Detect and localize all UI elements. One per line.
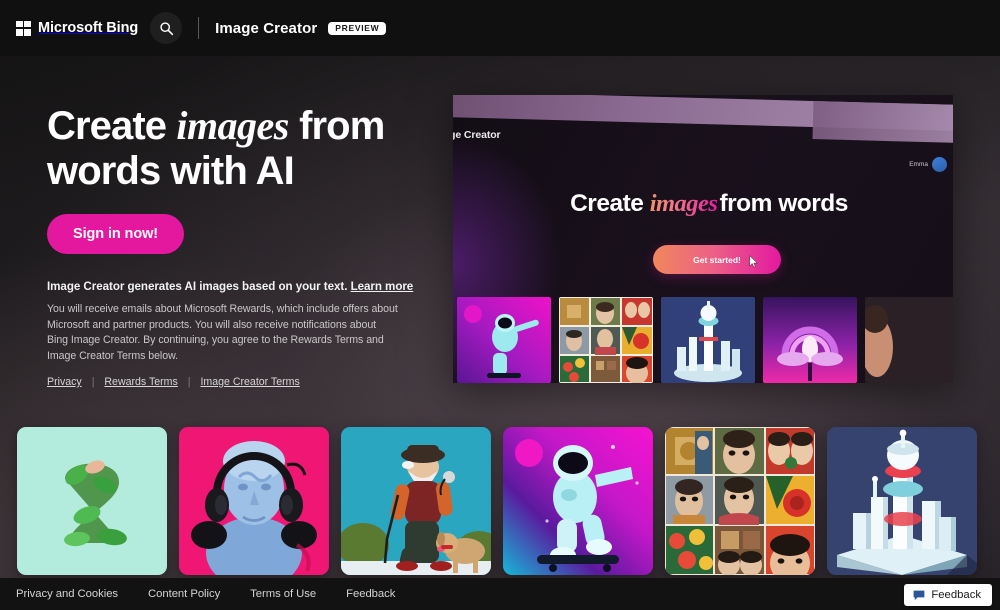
feedback-button-label: Feedback	[931, 589, 981, 601]
gallery-card-david-bust-headphones[interactable]	[179, 427, 329, 575]
legal-links: Privacy | Rewards Terms | Image Creator …	[47, 376, 437, 388]
mockup-thumb-astronaut	[457, 297, 551, 383]
hero-product-mockup: ge Creator Emma Create imagesfrom words …	[453, 95, 953, 383]
hero-heading-italic: images	[176, 103, 289, 148]
footer-link-terms-of-use[interactable]: Terms of Use	[250, 588, 316, 600]
gallery-card-isometric-city[interactable]	[827, 427, 977, 575]
learn-more-link[interactable]: Learn more	[351, 280, 414, 293]
gallery-strip	[17, 427, 983, 575]
mockup-heading-b: from words	[719, 190, 848, 217]
mockup-heading-a: Create	[570, 190, 650, 217]
disclaimer-body: You will receive emails about Microsoft …	[47, 303, 398, 362]
mockup-user-chip: Emma	[909, 157, 947, 172]
link-separator: |	[91, 376, 95, 388]
sign-in-button[interactable]: Sign in now!	[47, 214, 184, 254]
gallery-card-portrait-art-grid[interactable]	[665, 427, 815, 575]
hero-heading-line2: words with AI	[47, 149, 295, 193]
page-title: Image Creator	[215, 19, 318, 37]
mockup-get-started-button: Get started!	[653, 245, 781, 274]
hero-heading-part1: Create	[47, 104, 177, 148]
mockup-thumb-portrait-grid	[559, 297, 653, 383]
mockup-heading: Create imagesfrom words	[509, 190, 909, 218]
mockup-thumb-rainbow	[763, 297, 857, 383]
image-creator-terms-link[interactable]: Image Creator Terms	[200, 376, 299, 388]
footer: Privacy and Cookies Content Policy Terms…	[0, 578, 1000, 610]
mockup-app-title: ge Creator	[453, 129, 501, 141]
preview-badge: PREVIEW	[328, 21, 387, 35]
disclaimer-title: Image Creator generates AI images based …	[47, 280, 437, 293]
mouse-cursor-icon	[749, 255, 758, 268]
top-header: Microsoft Bing Image Creator PREVIEW	[0, 0, 1000, 56]
gallery-card-old-man-walking-dog[interactable]	[341, 427, 491, 575]
gallery-card-astronaut-skateboard[interactable]	[503, 427, 653, 575]
footer-link-privacy-and-cookies[interactable]: Privacy and Cookies	[16, 588, 118, 600]
mockup-thumbnail-strip	[457, 297, 953, 383]
speech-bubble-icon	[913, 590, 925, 600]
search-icon	[159, 21, 173, 35]
microsoft-grid-icon	[16, 20, 31, 36]
microsoft-bing-logo-link[interactable]: Microsoft Bing	[16, 20, 138, 36]
user-avatar	[932, 157, 947, 172]
privacy-link[interactable]: Privacy	[47, 376, 82, 388]
mockup-user-name: Emma	[909, 161, 928, 168]
mockup-thumb-city	[661, 297, 755, 383]
mockup-thumb-partial	[865, 297, 953, 383]
hero-heading: Create images from words with AI	[47, 103, 437, 194]
feedback-button[interactable]: Feedback	[904, 584, 992, 606]
footer-link-feedback[interactable]: Feedback	[346, 588, 395, 600]
mockup-heading-italic: images	[649, 190, 718, 217]
disclaimer-title-text: Image Creator generates AI images based …	[47, 280, 348, 293]
mockup-top-bezel-highlight	[812, 101, 953, 144]
footer-link-content-policy[interactable]: Content Policy	[148, 588, 220, 600]
hero-heading-part2: from	[288, 104, 385, 148]
search-button[interactable]	[150, 12, 183, 44]
rewards-terms-link[interactable]: Rewards Terms	[104, 376, 177, 388]
header-divider	[198, 17, 200, 39]
brand-name: Microsoft Bing	[38, 20, 139, 36]
gallery-card-leafy-number-two[interactable]	[17, 427, 167, 575]
link-separator: |	[187, 376, 191, 388]
hero-left-column: Create images from words with AI Sign in…	[47, 103, 437, 388]
image-creator-page: Microsoft Bing Image Creator PREVIEW Cre…	[0, 0, 1000, 610]
